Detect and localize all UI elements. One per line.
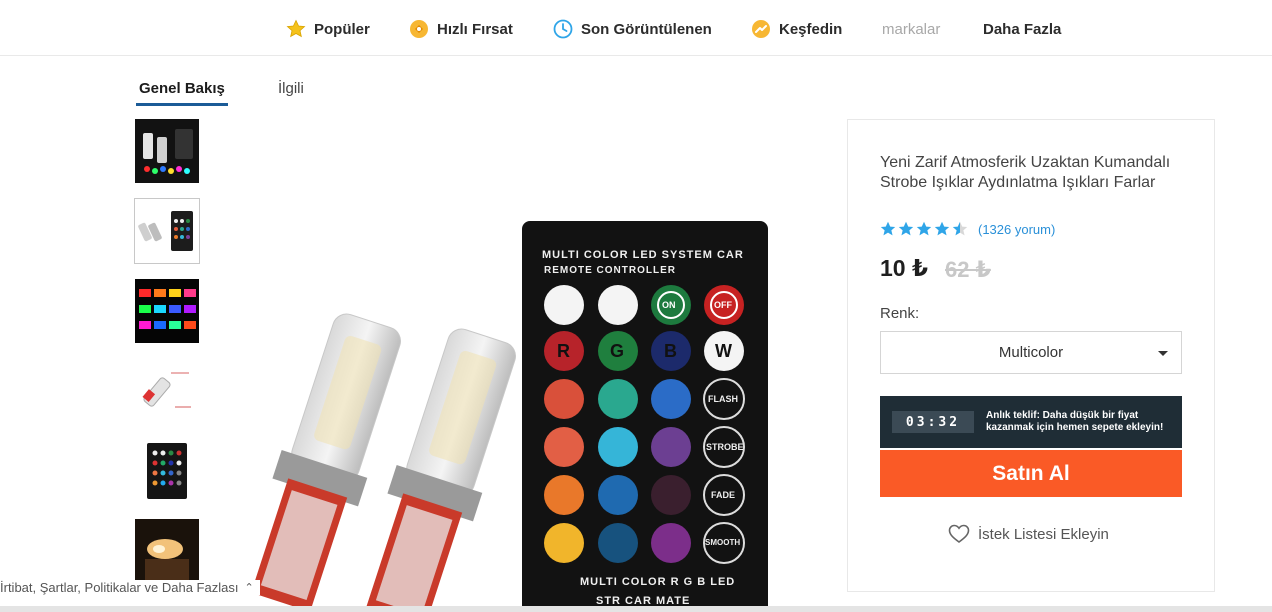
thumbnail-image [135,359,199,423]
thumbnail-6[interactable] [135,519,199,583]
remote-btn-w: W [715,341,732,361]
remote-btn-smooth: SMOOTH [705,538,741,547]
product-title: Yeni Zarif Atmosferik Uzaktan Kumandalı … [880,154,1171,191]
remote-btn-on: ON [662,300,676,310]
current-price: 10 ₺ [880,255,928,281]
flash-deal-icon [410,20,428,38]
caret-down-icon [1158,351,1168,356]
product-main-image[interactable]: MULTI COLOR LED SYSTEM CAR REMOTE CONTRO… [230,135,810,612]
color-label: Renk: [880,305,920,322]
add-to-wishlist-button[interactable]: İstek Listesi Ekleyin [948,524,1109,544]
nav-flash-deal[interactable]: Hızlı Fırsat [409,18,513,40]
star-icon [934,221,950,236]
thumbnail-image [135,119,199,183]
star-icon [916,221,932,236]
thumbnail-5[interactable] [135,439,199,503]
color-select[interactable]: Multicolor [880,331,1182,374]
remote-btn-r: R [557,341,570,361]
thumbnail-4[interactable] [135,359,199,423]
nav-more-label: Daha Fazla [983,20,1062,38]
thumbnail-image [135,279,199,343]
remote-btn-flash: FLASH [708,394,738,404]
tab-overview[interactable]: Genel Bakış [136,80,228,106]
nav-brands-label: markalar [882,20,941,38]
thumbnail-image [135,199,199,263]
offer-timer: 03:32 [892,411,974,433]
half-star-icon [952,221,968,236]
review-count-link[interactable]: (1326 yorum) [978,222,1055,237]
thumbnail-1[interactable] [135,119,199,183]
original-price: 62 ₺ [945,257,991,282]
offer-text: Anlık teklif: Daha düşük bir fiyat kazan… [986,410,1164,433]
nav-popular-label: Popüler [314,20,370,38]
nav-popular[interactable]: Popüler [286,18,370,40]
remote-btn-b: B [664,341,677,361]
color-select-value: Multicolor [998,344,1064,361]
heart-icon [948,524,970,543]
clock-icon [553,19,573,39]
nav-recent[interactable]: Son Görüntülenen [553,18,712,40]
thumbnail-image [135,519,199,583]
nav-discover[interactable]: Keşfedin [751,18,842,40]
remote-btn-off: OFF [714,300,732,310]
remote-btn-g: G [610,341,625,361]
product-rating: (1326 yorum) [880,221,1055,237]
thumbnail-image [135,439,199,503]
nav-recent-label: Son Görüntülenen [581,20,712,38]
nav-flash-deal-label: Hızlı Fırsat [437,20,513,38]
trend-icon [752,20,770,38]
remote-bottom-line1: MULTI COLOR R G B LED [580,576,736,588]
nav-more[interactable]: Daha Fazla [983,18,1061,40]
remote-btn-fade: FADE [711,490,736,500]
nav-discover-label: Keşfedin [779,20,843,38]
chevron-up-icon: ⌃ [244,582,254,594]
star-icon [286,19,306,38]
instant-offer-banner: 03:32 Anlık teklif: Daha düşük bir fiyat… [880,396,1182,448]
bottom-strip [0,606,1272,612]
star-icon [898,221,914,236]
star-icon [880,221,896,236]
buy-button[interactable]: Satın Al [880,450,1182,497]
wishlist-label: İstek Listesi Ekleyin [978,525,1109,543]
footer-links-toggle[interactable]: İrtibat, Şartlar, Politikalar ve Daha Fa… [0,580,260,595]
tab-related[interactable]: İlgili [278,80,304,97]
thumbnail-list [134,119,200,599]
thumbnail-2[interactable] [134,198,200,264]
footer-link-label: İrtibat, Şartlar, Politikalar ve Daha Fa… [0,580,239,595]
thumbnail-3[interactable] [135,279,199,343]
top-navigation: Popüler Hızlı Fırsat Son Görüntülenen Ke… [0,0,1272,56]
remote-btn-strobe: STROBE [706,442,744,452]
nav-brands[interactable]: markalar [882,18,940,40]
product-info-card: Yeni Zarif Atmosferik Uzaktan Kumandalı … [847,119,1215,592]
